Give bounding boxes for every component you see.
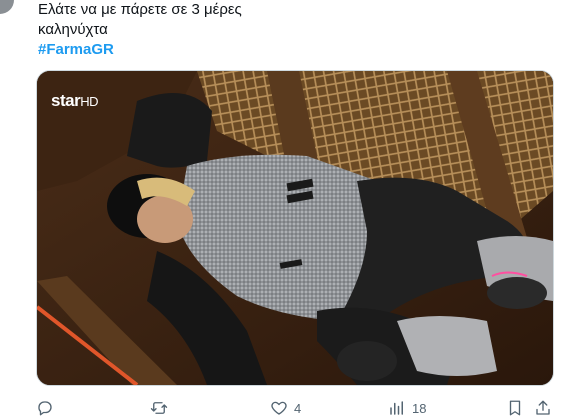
retweet-button[interactable] <box>150 396 168 420</box>
like-count: 4 <box>294 400 302 416</box>
tweet-text-line-1: Ελάτε να με πάρετε σε 3 μέρες <box>38 1 242 18</box>
share-button[interactable] <box>534 396 552 420</box>
person-shoe-1 <box>487 277 547 309</box>
views-count: 18 <box>412 400 427 416</box>
like-button[interactable]: 4 <box>270 396 301 420</box>
views-chart-icon <box>390 401 403 415</box>
reply-button[interactable] <box>36 396 54 420</box>
author-avatar[interactable] <box>0 0 14 14</box>
person-arm-left <box>127 93 212 168</box>
tweet-media-image[interactable]: starHD <box>36 70 554 386</box>
bookmark-button[interactable] <box>506 396 524 420</box>
media-frame <box>37 71 553 385</box>
channel-logo-hd: HD <box>80 94 98 109</box>
share-icon <box>536 400 550 415</box>
bookmark-icon <box>509 400 521 416</box>
retweet-icon <box>150 402 168 414</box>
heart-icon <box>271 401 287 415</box>
tweet-text-line-2: καληνύχτα <box>38 21 108 38</box>
person-shoe-2 <box>337 341 397 381</box>
hashtag-link[interactable]: #FarmaGR <box>38 40 558 60</box>
tweet-text: Ελάτε να με πάρετε σε 3 μέρες καληνύχτα … <box>38 0 558 60</box>
channel-logo: starHD <box>51 91 98 111</box>
tweet-actions-bar: 4 18 <box>36 396 552 420</box>
channel-logo-star: star <box>51 91 81 110</box>
views-button[interactable]: 18 <box>388 396 426 420</box>
reply-icon <box>38 401 52 416</box>
